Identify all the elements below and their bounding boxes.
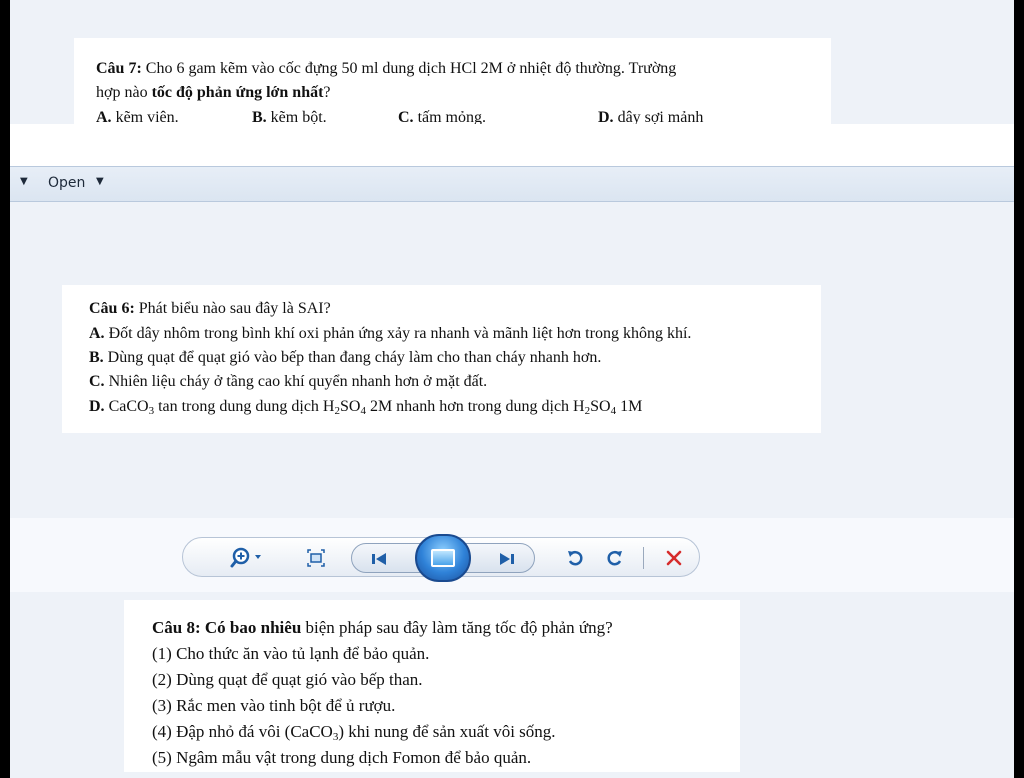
question-7-card: Câu 7: Cho 6 gam kẽm vào cốc đựng 50 ml … xyxy=(74,38,831,124)
item-text: Đập nhỏ đá vôi (CaCO xyxy=(171,722,333,741)
item-number: (4) xyxy=(152,722,172,741)
question-7-label: Câu 7: xyxy=(96,60,142,77)
question-8-item-3: (3) Rắc men vào tinh bột để ủ rượu. xyxy=(152,693,395,718)
option-label: C. xyxy=(89,373,105,390)
option-text: Đốt dây nhôm trong bình khí oxi phản ứng… xyxy=(104,325,692,342)
question-8-text: biện pháp sau đây làm tăng tốc độ phản ứ… xyxy=(301,618,613,637)
question-7-text-prefix: hợp nào xyxy=(96,84,152,101)
question-6-option-b: B. Dùng quạt để quạt gió vào bếp than đa… xyxy=(89,345,601,370)
question-8-item-1: (1) Cho thức ăn vào tủ lạnh để bảo quản. xyxy=(152,641,429,666)
slideshow-screen-glyph xyxy=(431,549,455,567)
option-text: 1M xyxy=(616,398,643,415)
question-7-option-c: C. tấm mỏng. xyxy=(398,105,486,124)
subscript: 3 xyxy=(332,731,339,743)
question-7-text: Cho 6 gam kẽm vào cốc đựng 50 ml dung dị… xyxy=(141,60,677,77)
option-label: B. xyxy=(252,109,267,124)
question-7-line-2: hợp nào tốc độ phản ứng lớn nhất? xyxy=(96,80,331,105)
item-text: Rắc men vào tinh bột để ủ rượu. xyxy=(171,696,396,715)
question-7-text-suffix: ? xyxy=(323,84,331,101)
previous-icon[interactable] xyxy=(366,546,392,572)
toolbar-spacer xyxy=(10,124,1014,166)
option-label: A. xyxy=(96,109,112,124)
option-text: kẽm bột. xyxy=(266,109,327,124)
option-text: tấm mỏng. xyxy=(413,109,486,124)
fit-window-icon[interactable] xyxy=(303,545,329,571)
rotate-right-icon[interactable] xyxy=(603,545,627,571)
viewer-toolbar xyxy=(182,534,700,582)
subscript: 4 xyxy=(610,405,617,417)
delete-icon[interactable] xyxy=(661,545,687,571)
question-8-title: Câu 8: Có bao nhiêu biện pháp sau đây là… xyxy=(152,615,613,640)
subscript: 4 xyxy=(360,405,366,417)
triangle-down-icon[interactable]: ▼ xyxy=(20,176,28,187)
option-label: D. xyxy=(89,398,105,415)
question-8-item-2: (2) Dùng quạt để quạt gió vào bếp than. xyxy=(152,667,423,692)
item-number: (5) xyxy=(152,748,172,767)
question-7-option-d: D. dây sợi mảnh xyxy=(598,105,703,124)
option-text: SO xyxy=(590,398,611,415)
next-icon[interactable] xyxy=(494,546,520,572)
item-text: Cho thức ăn vào tủ lạnh để bảo quản. xyxy=(171,644,430,663)
option-label: D. xyxy=(598,109,614,124)
subscript: 2 xyxy=(334,405,340,417)
option-text: 2M nhanh hơn trong dung dịch H xyxy=(365,398,585,415)
option-text: kẽm viên. xyxy=(111,109,179,124)
command-bar: ▼ Open ▼ xyxy=(10,166,1014,202)
rotate-left-icon[interactable] xyxy=(563,545,587,571)
question-8-card: Câu 8: Có bao nhiêu biện pháp sau đây là… xyxy=(124,600,740,772)
slideshow-icon[interactable] xyxy=(415,534,471,582)
question-8-item-4: (4) Đập nhỏ đá vôi (CaCO3) khi nung để s… xyxy=(152,719,556,747)
toolbar-separator xyxy=(643,547,644,569)
item-number: (2) xyxy=(152,670,172,689)
image-viewer-window: Câu 7: Cho 6 gam kẽm vào cốc đựng 50 ml … xyxy=(10,0,1014,778)
option-label: B. xyxy=(89,349,104,366)
question-7-bold-text: tốc độ phản ứng lớn nhất xyxy=(151,84,324,101)
question-6-option-d: D. CaCO3 tan trong dung dung dịch H2SO4 … xyxy=(89,394,642,421)
option-label: A. xyxy=(89,325,105,342)
question-8-bold-text: Có bao nhiêu xyxy=(200,618,302,637)
option-text: SO xyxy=(339,398,361,415)
item-number: (3) xyxy=(152,696,172,715)
question-7-option-b: B. kẽm bột. xyxy=(252,105,327,124)
subscript: 2 xyxy=(584,405,591,417)
question-6-text: Phát biểu nào sau đây là SAI? xyxy=(134,300,331,317)
question-7-option-a: A. kẽm viên. xyxy=(96,105,179,124)
option-text: CaCO xyxy=(104,398,149,415)
item-text: ) khi nung để sản xuất vôi sống. xyxy=(338,722,556,741)
option-text: tan trong dung dung dịch H xyxy=(154,398,335,415)
triangle-down-icon[interactable]: ▼ xyxy=(96,176,104,187)
open-menu-button[interactable]: Open xyxy=(48,175,85,191)
option-text: Nhiên liệu cháy ở tầng cao khí quyển nha… xyxy=(104,373,488,390)
option-text: Dùng quạt để quạt gió vào bếp than đang … xyxy=(103,349,602,366)
item-text: Dùng quạt để quạt gió vào bếp than. xyxy=(171,670,423,689)
zoom-in-icon[interactable] xyxy=(227,545,267,571)
question-6-label: Câu 6: xyxy=(89,300,135,317)
option-label: C. xyxy=(398,109,414,124)
item-number: (1) xyxy=(152,644,172,663)
subscript: 3 xyxy=(148,405,155,417)
question-7-line-1: Câu 7: Cho 6 gam kẽm vào cốc đựng 50 ml … xyxy=(96,56,676,81)
question-8-item-5: (5) Ngâm mẫu vật trong dung dịch Fomon đ… xyxy=(152,745,531,770)
question-8-label: Câu 8: xyxy=(152,618,201,637)
option-text: dây sợi mảnh xyxy=(613,109,704,124)
question-6-option-a: A. Đốt dây nhôm trong bình khí oxi phản … xyxy=(89,321,691,346)
question-6-title: Câu 6: Phát biểu nào sau đây là SAI? xyxy=(89,296,331,321)
question-6-option-c: C. Nhiên liệu cháy ở tầng cao khí quyển … xyxy=(89,369,487,394)
item-text: Ngâm mẫu vật trong dung dịch Fomon để bả… xyxy=(171,748,532,767)
question-6-card: Câu 6: Phát biểu nào sau đây là SAI? A. … xyxy=(62,285,821,433)
